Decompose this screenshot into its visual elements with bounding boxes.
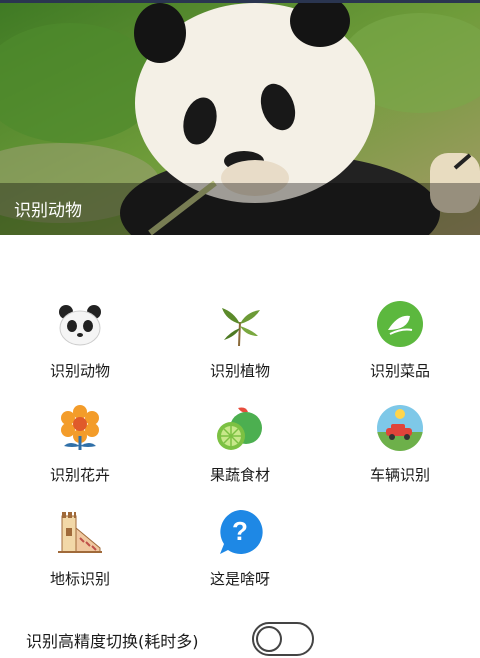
feature-what-is-this[interactable]: ? 这是啥呀 — [160, 508, 320, 598]
feature-label: 识别菜品 — [369, 362, 430, 380]
hd-toggle-row: 识别高精度切换(耗时多) — [0, 618, 480, 658]
feature-label: 车辆识别 — [369, 466, 430, 484]
feature-identify-animal[interactable]: 识别动物 — [0, 300, 160, 390]
feature-label: 地标识别 — [49, 570, 110, 588]
svg-text:?: ? — [232, 516, 248, 546]
banner-title: 识别动物 — [14, 201, 82, 221]
feature-identify-plant[interactable]: 识别植物 — [160, 300, 320, 390]
landmark-icon — [58, 512, 102, 553]
question-icon: ? — [220, 509, 263, 554]
feature-fruit-vegetable[interactable]: 果蔬食材 — [160, 404, 320, 494]
panda-icon — [59, 305, 101, 346]
feature-identify-vehicle[interactable]: 车辆识别 — [320, 404, 480, 494]
flower-icon — [61, 405, 99, 450]
toggle-knob — [256, 626, 282, 652]
lime-icon — [217, 407, 262, 450]
feature-label: 识别动物 — [49, 362, 110, 380]
feature-label: 识别花卉 — [49, 466, 110, 484]
dish-leaf-icon — [377, 301, 423, 347]
feature-label: 果蔬食材 — [209, 466, 270, 484]
car-icon — [377, 405, 423, 451]
feature-label: 这是啥呀 — [209, 570, 270, 588]
feature-identify-landmark[interactable]: 地标识别 — [0, 508, 160, 598]
hd-toggle-label: 识别高精度切换(耗时多) — [26, 632, 199, 651]
plant-icon — [222, 308, 260, 347]
banner[interactable]: 识别动物 — [0, 3, 480, 235]
feature-label: 识别植物 — [209, 362, 270, 380]
feature-identify-dish[interactable]: 识别菜品 — [320, 300, 480, 390]
hd-toggle-switch[interactable] — [252, 622, 314, 656]
feature-identify-flower[interactable]: 识别花卉 — [0, 404, 160, 494]
